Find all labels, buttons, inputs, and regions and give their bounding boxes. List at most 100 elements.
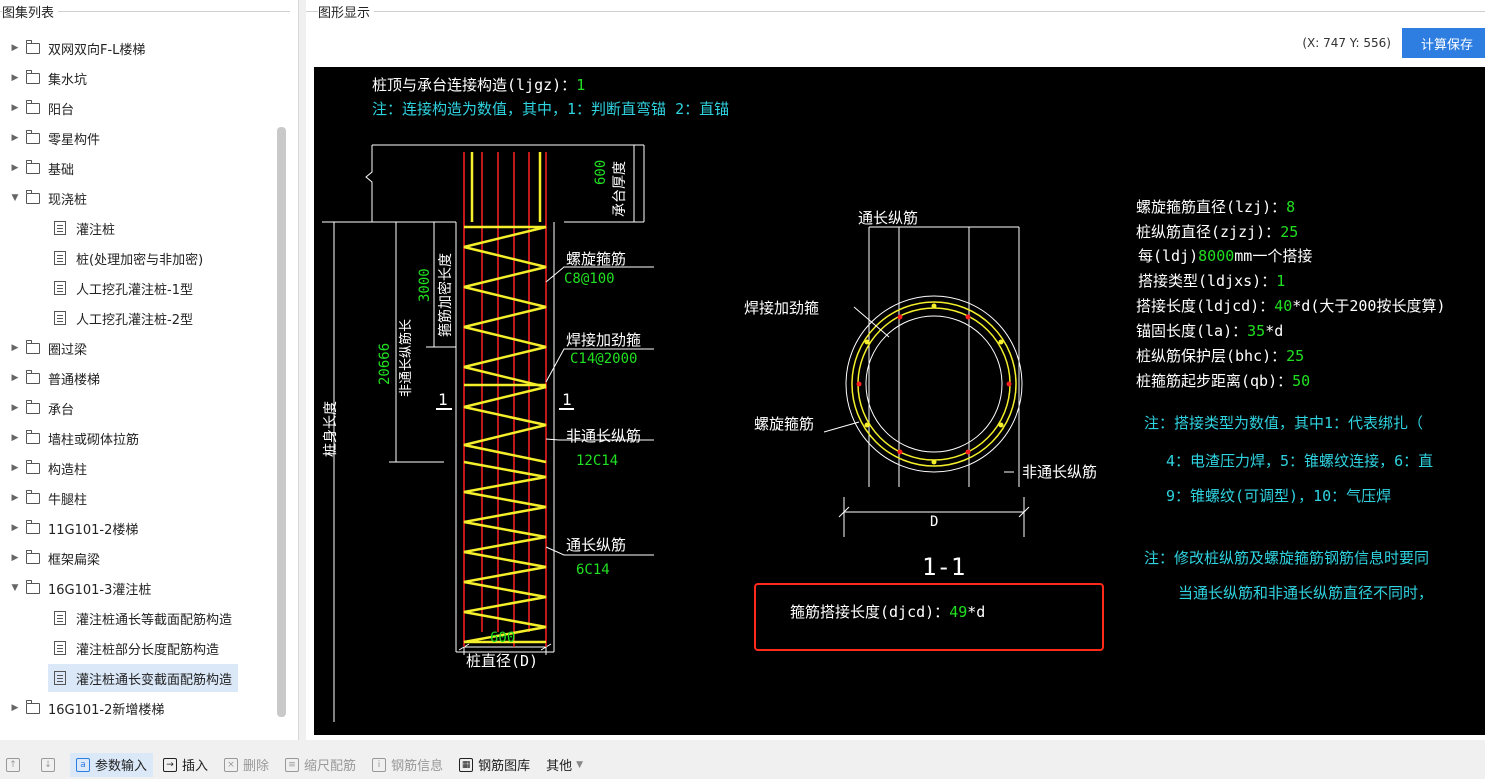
collapse-arrow-icon[interactable]: ▼: [10, 583, 20, 593]
param-spiral-diameter[interactable]: 螺旋箍筋直径(lzj)：8: [1136, 198, 1295, 216]
folder-icon: [25, 99, 40, 114]
tree-item[interactable]: ▶ 墙柱或砌体拉筋: [10, 424, 139, 452]
expand-arrow-icon[interactable]: ▶: [10, 433, 20, 443]
expand-arrow-icon[interactable]: ▶: [10, 103, 20, 113]
param-input-button[interactable]: a 参数输入: [70, 752, 154, 777]
move-down-button[interactable]: ↓: [35, 753, 66, 777]
tree-item[interactable]: 桩(处理加密与非加密): [54, 244, 203, 272]
expand-arrow-icon[interactable]: ▶: [10, 73, 20, 83]
tree-item[interactable]: ▶ 圈过梁: [10, 334, 87, 362]
tree-item-label: 灌注桩部分长度配筋构造: [76, 642, 220, 658]
expand-arrow-icon[interactable]: ▶: [10, 373, 20, 383]
tree-item[interactable]: ▶ 基础: [10, 154, 74, 182]
tree-item-label: 16G101-2新增楼梯: [48, 702, 165, 718]
param-anchor-length[interactable]: 锚固长度(la)：35*d: [1136, 322, 1283, 340]
scale-rebar-button[interactable]: ≡ 缩尺配筋: [279, 753, 362, 777]
tree-item[interactable]: 灌注桩: [54, 214, 115, 242]
folder-icon: [25, 399, 40, 414]
folder-icon: [25, 429, 40, 444]
param-input-icon: a: [76, 757, 90, 772]
rebar-library-button[interactable]: ▦ 钢筋图库: [453, 753, 536, 777]
tree-item-label: 人工挖孔灌注桩-1型: [76, 282, 193, 298]
rebar-library-icon: ▦: [459, 757, 474, 772]
folder-icon: [25, 69, 40, 84]
tree-item[interactable]: ▶ 11G101-2楼梯: [10, 514, 138, 542]
tree-item[interactable]: 人工挖孔灌注桩-2型: [54, 304, 193, 332]
tree-item-label: 灌注桩通长等截面配筋构造: [76, 612, 233, 628]
param-lap-interval[interactable]: 每(ldj)8000mm一个搭接: [1138, 247, 1312, 265]
dim-600-bottom: 600: [490, 630, 516, 646]
param-lap-type[interactable]: 搭接类型(ldjxs)：1: [1138, 272, 1285, 290]
folder-icon: [25, 489, 40, 504]
tree-item[interactable]: ▶ 16G101-2新增楼梯: [10, 694, 164, 722]
param-start-distance[interactable]: 桩箍筋起步距离(qb)：50: [1136, 372, 1310, 390]
tree-item-label: 零星构件: [48, 132, 101, 148]
expand-arrow-icon[interactable]: ▶: [10, 553, 20, 563]
drawing-canvas[interactable]: 桩顶与承台连接构造(ljgz)：1 注：连接构造为数值，其中，1：判断直弯锚 2…: [314, 67, 1485, 735]
tree-item-label: 框架扁梁: [48, 552, 101, 568]
delete-button[interactable]: × 删除: [218, 753, 275, 777]
tree-item[interactable]: ▼ 现浇桩: [10, 184, 87, 212]
tree-item-label: 11G101-2楼梯: [48, 522, 139, 538]
tree-item-selected[interactable]: 灌注桩通长变截面配筋构造: [48, 664, 239, 692]
rebar-info-button[interactable]: i 钢筋信息: [366, 753, 449, 777]
expand-arrow-icon[interactable]: ▶: [10, 163, 20, 173]
non-long-length-label: 非通长纵筋长: [399, 318, 414, 397]
spiral-stirrups: [463, 152, 547, 644]
atlas-list-title: 图集列表: [2, 2, 59, 21]
expand-arrow-icon[interactable]: ▶: [10, 463, 20, 473]
param-long-bar-diameter[interactable]: 桩纵筋直径(zjzj)：25: [1136, 223, 1298, 241]
non-long-bar-label: 非通长纵筋: [566, 427, 642, 445]
tree-item[interactable]: 人工挖孔灌注桩-1型: [54, 274, 193, 302]
insert-button[interactable]: → 插入: [157, 753, 214, 777]
tree-item[interactable]: ▶ 牛腿柱: [10, 484, 87, 512]
folder-icon: [25, 369, 40, 384]
section-long-bar-label: 通长纵筋: [858, 209, 919, 227]
section-mark-left: 1: [438, 390, 448, 409]
folder-open-icon: [25, 189, 40, 204]
tree-item-label: 16G101-3灌注桩: [48, 582, 152, 598]
expand-arrow-icon[interactable]: ▶: [10, 523, 20, 533]
tree-item[interactable]: ▶ 承台: [10, 394, 74, 422]
lap-length-field[interactable]: 箍筋搭接长度(djcd)：49*d: [790, 603, 985, 621]
chevron-down-icon: ▼: [576, 759, 584, 770]
expand-arrow-icon[interactable]: ▶: [10, 493, 20, 503]
tree-item[interactable]: ▶ 阳台: [10, 94, 74, 122]
tree-item[interactable]: ▶ 集水坑: [10, 64, 87, 92]
tree-item[interactable]: ▼ 16G101-3灌注桩: [10, 574, 151, 602]
collapse-arrow-icon[interactable]: ▼: [10, 193, 20, 203]
section-spiral-label: 螺旋箍筋: [754, 415, 815, 433]
tree-item-label: 灌注桩通长变截面配筋构造: [76, 672, 233, 688]
document-icon: [54, 641, 66, 655]
expand-arrow-icon[interactable]: ▶: [10, 43, 20, 53]
tree-item[interactable]: ▶ 双网双向F-L楼梯: [10, 34, 145, 62]
tree-item[interactable]: ▶ 零星构件: [10, 124, 100, 152]
other-menu-button[interactable]: 其他 ▼: [540, 753, 589, 777]
pile-length-label: 桩身长度: [323, 401, 339, 457]
atlas-list-panel: 图集列表 ▶ 双网双向F-L楼梯 ▶ 集水坑 ▶ 阳台 ▶ 零星构件 ▶ 基础 ▼ 现浇桩 …: [0, 0, 299, 740]
up-arrow-icon: ↑: [6, 757, 20, 772]
tree-item[interactable]: ▶ 构造柱: [10, 454, 87, 482]
tree-item[interactable]: ▶ 框架扁梁: [10, 544, 100, 572]
tree-item-label: 现浇桩: [48, 192, 88, 208]
folder-open-icon: [25, 579, 40, 594]
param-cover[interactable]: 桩纵筋保护层(bhc)：25: [1136, 347, 1304, 365]
rebar-note-line1: 注：修改桩纵筋及螺旋箍筋钢筋信息时要同: [1144, 549, 1430, 567]
param-lap-length[interactable]: 搭接长度(ldjcd)：40*d(大于200按长度算): [1136, 297, 1446, 315]
expand-arrow-icon[interactable]: ▶: [10, 343, 20, 353]
tree-item[interactable]: ▶ 普通楼梯: [10, 364, 100, 392]
tree-item[interactable]: 灌注桩部分长度配筋构造: [54, 634, 219, 662]
dim-600-top: 600: [593, 159, 609, 185]
document-icon: [54, 671, 66, 685]
tree-item[interactable]: 灌注桩通长等截面配筋构造: [54, 604, 232, 632]
connection-label: 桩顶与承台连接构造(ljgz)：1: [372, 76, 586, 94]
expand-arrow-icon[interactable]: ▶: [10, 133, 20, 143]
tree-scrollbar[interactable]: [277, 127, 286, 717]
section-bar-dots: [856, 303, 1012, 465]
expand-arrow-icon[interactable]: ▶: [10, 403, 20, 413]
move-up-button[interactable]: ↑: [0, 753, 31, 777]
tree-item-label: 阳台: [48, 102, 75, 118]
calculate-save-button[interactable]: 计算保存: [1402, 28, 1485, 58]
expand-arrow-icon[interactable]: ▶: [10, 703, 20, 713]
lap-type-note-line3: 9：锥螺纹(可调型)，10：气压焊: [1166, 487, 1392, 505]
